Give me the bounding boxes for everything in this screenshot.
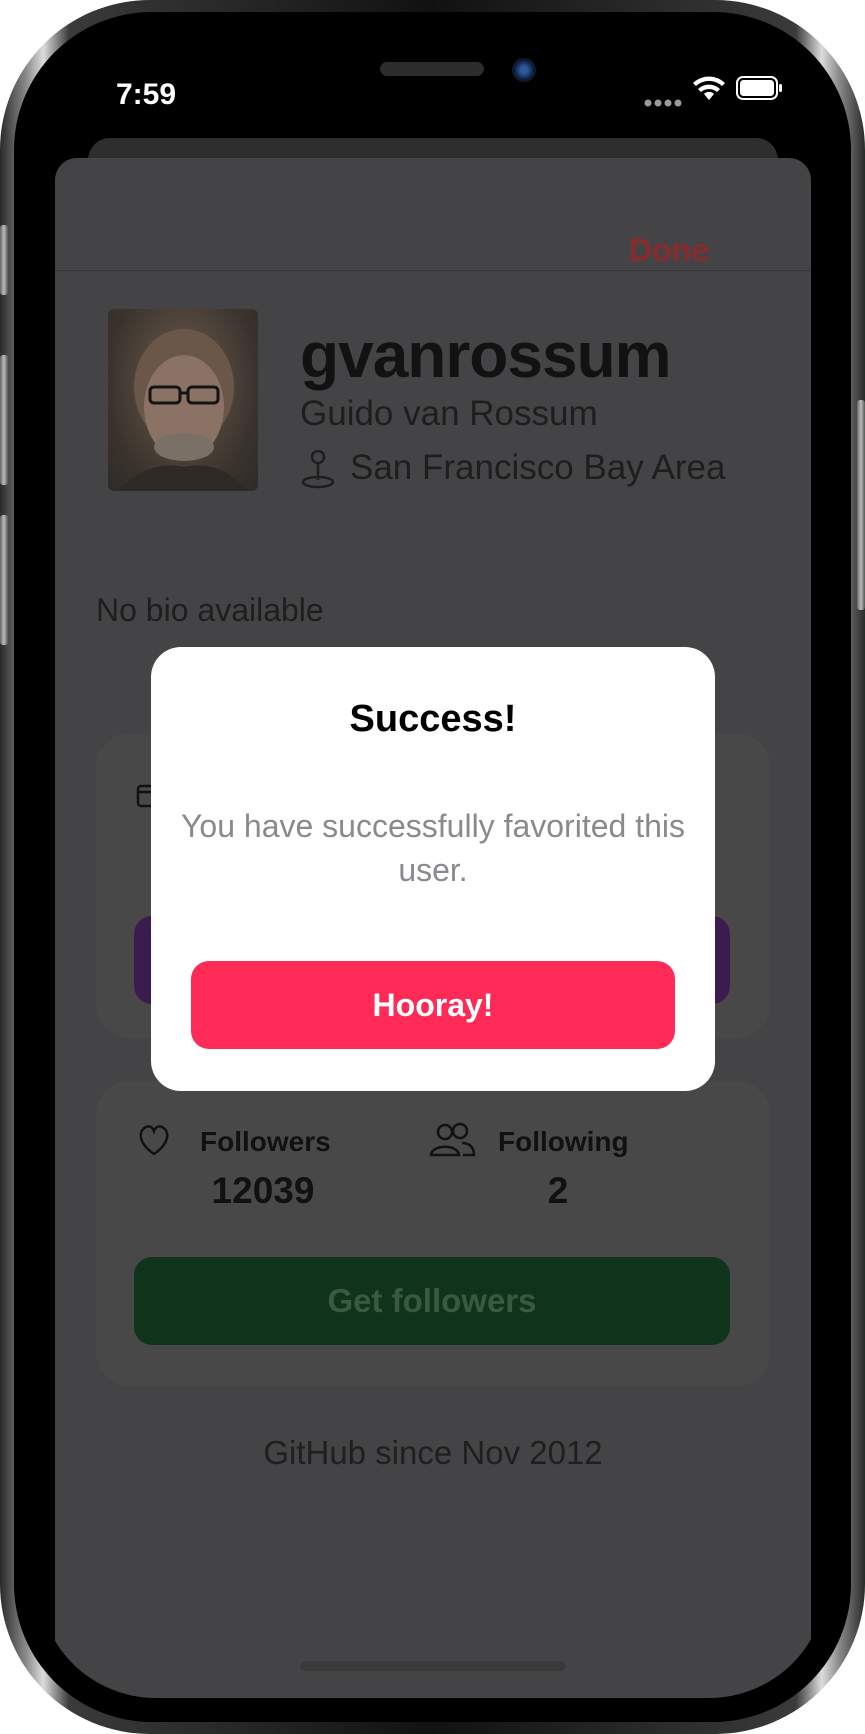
people-icon (428, 1122, 476, 1158)
front-camera (512, 58, 536, 82)
mute-switch (0, 225, 8, 295)
done-button[interactable]: Done (629, 232, 709, 269)
screen: 7:59 Done gvanrossum Guido van Rossum Sa… (38, 36, 827, 1698)
username: gvanrossum (300, 319, 672, 391)
volume-down-button (0, 515, 8, 645)
hooray-button[interactable]: Hooray! (191, 961, 675, 1049)
followers-count: 12039 (211, 1170, 315, 1211)
bio-text: No bio available (96, 592, 324, 628)
alert-title: Success! (349, 698, 517, 740)
location-text: San Francisco Bay Area (350, 448, 726, 487)
cellular-signal-icon (644, 94, 686, 107)
nav-separator (55, 270, 811, 271)
volume-up-button (0, 355, 8, 485)
full-name: Guido van Rossum (300, 394, 598, 433)
power-button (857, 400, 865, 610)
earpiece-speaker (380, 62, 484, 76)
home-indicator[interactable] (300, 1661, 566, 1671)
heart-icon (136, 1123, 172, 1157)
get-followers-button[interactable]: Get followers (134, 1257, 730, 1345)
following-count: 2 (547, 1170, 569, 1211)
following-label: Following (498, 1126, 629, 1157)
followers-label: Followers (200, 1126, 331, 1157)
wifi-icon (692, 76, 726, 102)
location-pin-icon (300, 449, 336, 490)
avatar (108, 309, 258, 491)
status-time: 7:59 (116, 78, 177, 111)
battery-icon (736, 76, 784, 102)
github-since-text: GitHub since Nov 2012 (263, 1434, 603, 1471)
alert-message: You have successfully favorited this use… (181, 808, 685, 888)
